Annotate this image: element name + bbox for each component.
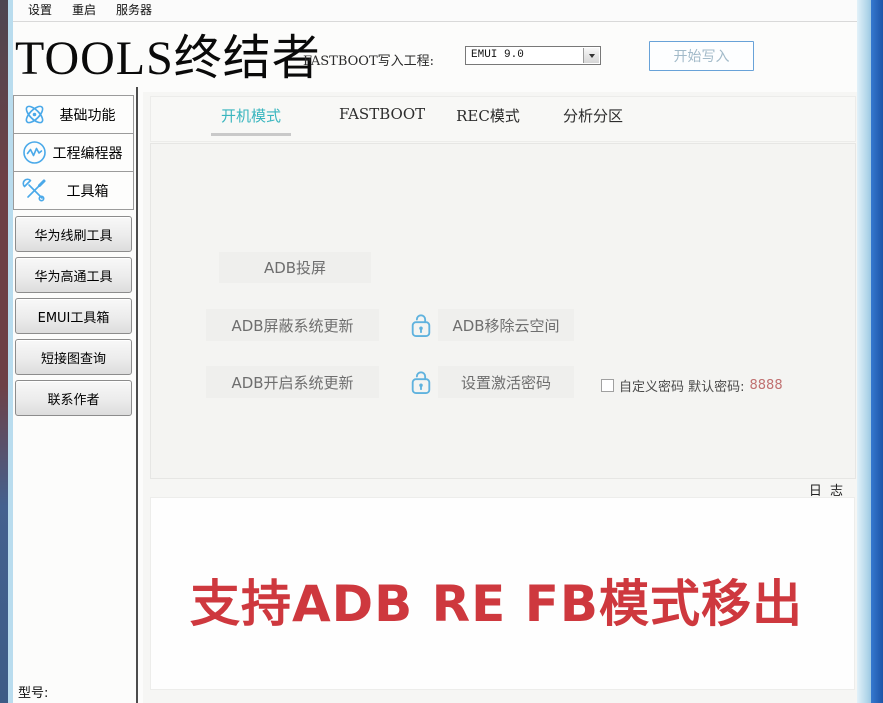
tab-boot-mode[interactable]: 开机模式 [211,105,291,126]
sidebar-item-project-programmer[interactable]: 工程编程器 [13,133,134,172]
window-border-right [857,0,871,703]
model-label: 型号: [18,682,48,701]
huawei-qualcomm-tool-button[interactable]: 华为高通工具 [15,257,132,293]
unlock-icon [408,309,433,341]
sidebar-splitter[interactable] [136,87,138,703]
short-circuit-diagram-button[interactable]: 短接图查询 [15,339,132,375]
adb-remove-cloud-button[interactable]: ADB移除云空间 [438,309,574,341]
log-panel[interactable]: 支持ADB RE FB模式移出 [150,497,855,690]
emui-toolbox-button[interactable]: EMUI工具箱 [15,298,132,334]
project-select-value: EMUI 9.0 [471,49,524,61]
tab-fastboot[interactable]: FASTBOOT [339,105,419,123]
adb-cast-button[interactable]: ADB投屏 [219,252,371,283]
custom-password-checkbox[interactable] [601,379,614,392]
sidebar-item-label: 工具箱 [48,181,133,201]
app-window: 设置 重启 服务器 TOOLS终结者 FASTBOOT写入工程: EMUI 9.… [13,0,857,703]
default-password-value: 8888 [750,378,783,393]
atom-icon [21,101,48,128]
waveform-icon [21,139,48,166]
contact-author-button[interactable]: 联系作者 [15,380,132,416]
custom-password-row: 自定义密码 默认密码: 8888 [601,376,783,395]
sidebar-item-label: 工程编程器 [48,143,133,163]
tab-analyze-partition[interactable]: 分析分区 [553,105,633,126]
sidebar-item-label: 基础功能 [48,105,133,125]
adb-block-update-button[interactable]: ADB屏蔽系统更新 [206,309,379,341]
custom-password-label: 自定义密码 默认密码: [619,376,745,395]
project-select[interactable]: EMUI 9.0 [465,46,601,65]
background-window-edge [0,0,8,703]
adb-enable-update-button[interactable]: ADB开启系统更新 [206,366,379,398]
tab-bar: 开机模式 FASTBOOT REC模式 分析分区 [150,96,856,142]
log-banner-text: 支持ADB RE FB模式移出 [190,564,803,636]
tab-rec-mode[interactable]: REC模式 [448,105,528,126]
sidebar-item-basic-functions[interactable]: 基础功能 [13,95,134,134]
screen: 设置 重启 服务器 TOOLS终结者 FASTBOOT写入工程: EMUI 9.… [0,0,883,703]
huawei-flash-tool-button[interactable]: 华为线刷工具 [15,216,132,252]
tools-icon [21,177,48,204]
app-title: TOOLS终结者 [15,18,321,88]
desktop-edge [871,0,883,703]
set-activation-password-button[interactable]: 设置激活密码 [438,366,574,398]
start-write-button[interactable]: 开始写入 [649,41,754,71]
tab-content-panel: ADB投屏 ADB屏蔽系统更新 ADB移除云空间 ADB开启系统更新 [150,143,856,479]
active-tab-underline [211,133,291,136]
unlock-icon [408,366,433,398]
fastboot-project-label: FASTBOOT写入工程: [303,50,434,69]
dropdown-arrow-icon[interactable] [583,48,599,63]
sidebar-item-toolbox[interactable]: 工具箱 [13,171,134,210]
